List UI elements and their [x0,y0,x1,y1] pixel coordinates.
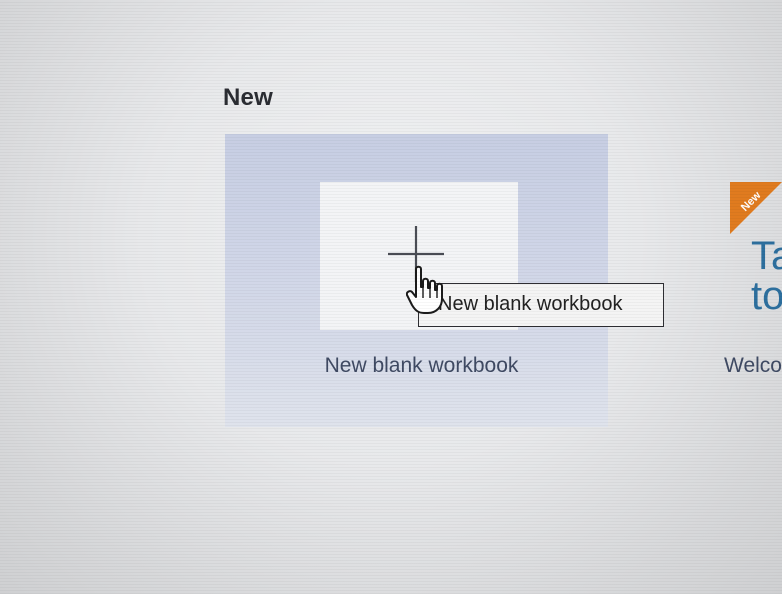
blank-workbook-label[interactable]: New blank workbook [225,354,618,378]
hand-pointer-cursor-icon [406,265,443,314]
welcome-template-tile[interactable]: New Ta to Welco [724,176,782,386]
welcome-tile-heading: Ta to [751,234,782,318]
tooltip: New blank workbook [418,283,664,327]
new-badge-icon: New [730,182,782,234]
section-title-new: New [223,84,273,111]
welcome-tile-label[interactable]: Welco [724,354,782,378]
